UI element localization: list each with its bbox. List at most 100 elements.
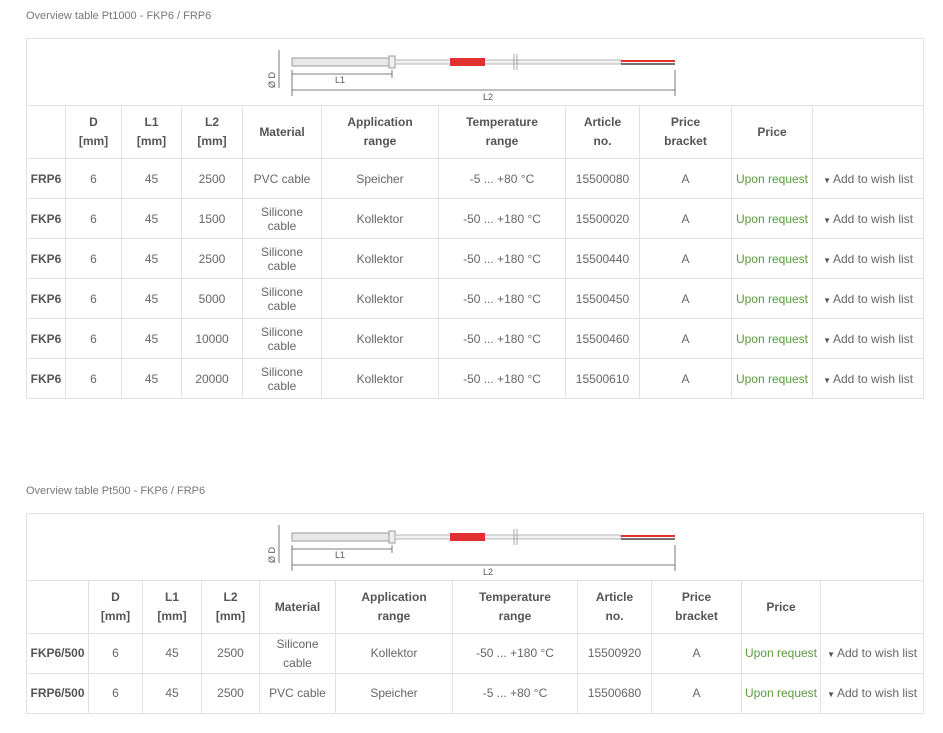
header-label-line: Application	[361, 590, 427, 604]
price-link[interactable]: Upon request	[731, 158, 813, 199]
add-to-wish-list-button[interactable]: ▼ Add to wish list	[811, 278, 925, 319]
header-temperature-range: Temperature range	[452, 580, 578, 634]
header-label-line: Price	[681, 590, 712, 604]
add-to-wish-list-button[interactable]: ▼ Add to wish list	[819, 633, 925, 674]
header-label-line: [mm]	[100, 609, 131, 623]
header-l2: L2 [mm]	[181, 105, 243, 159]
l1-dimension-label: L1	[335, 75, 345, 85]
cell-l2: 2500	[181, 238, 243, 279]
cell-d: 6	[65, 198, 122, 239]
add-to-wish-list-button[interactable]: ▼ Add to wish list	[811, 158, 925, 199]
header-label-line: bracket	[664, 134, 707, 148]
header-blank	[26, 580, 89, 634]
header-temperature-range: Temperature range	[438, 105, 566, 159]
header-label-line: range	[498, 609, 532, 623]
cell-temperature-range: -50 ... +180 °C	[438, 238, 566, 279]
wish-list-label: Add to wish list	[837, 685, 918, 700]
header-label-line: L2	[223, 590, 238, 604]
cell-application-range: Kollektor	[321, 318, 439, 359]
sensor-diagram: Ø D L1 L2	[267, 525, 676, 577]
l2-dimension-label: L2	[483, 567, 493, 577]
d-dimension-label: Ø D	[267, 546, 277, 563]
cell-article-no: 15500920	[577, 633, 652, 674]
header-label-line: Temperature	[466, 115, 538, 129]
header-label-line: Price	[766, 599, 796, 614]
header-label-line: [mm]	[157, 609, 187, 623]
header-label-line: L1	[164, 590, 179, 604]
pin-icon: ▼	[827, 649, 835, 659]
wish-list-label: Add to wish list	[833, 171, 914, 186]
price-link[interactable]: Upon request	[731, 238, 813, 279]
header-label-line: no.	[605, 609, 624, 623]
header-article-no: Article no.	[577, 580, 652, 634]
add-to-wish-list-button[interactable]: ▼ Add to wish list	[819, 673, 925, 714]
cell-l1: 45	[121, 198, 182, 239]
cell-l2: 2500	[181, 158, 243, 199]
l2-dimension-label: L2	[483, 92, 493, 102]
add-to-wish-list-button[interactable]: ▼ Add to wish list	[811, 198, 925, 239]
cell-material: Silicone cable	[242, 358, 322, 399]
sensor-diagram: Ø D L1 L2	[267, 50, 676, 102]
header-label-line: Material	[259, 124, 305, 139]
cell-l2: 5000	[181, 278, 243, 319]
header-label-line: no.	[593, 134, 612, 148]
header-label-line: Article	[595, 590, 634, 604]
row-name: FKP6/500	[26, 633, 89, 674]
cell-application-range: Kollektor	[321, 198, 439, 239]
price-link[interactable]: Upon request	[741, 673, 821, 714]
cell-temperature-range: -50 ... +180 °C	[438, 278, 566, 319]
cell-l1: 45	[142, 633, 202, 674]
table-row: FKP6 6 45 5000 Silicone cable Kollektor -50 ..…	[26, 278, 925, 319]
table-row: FKP6 6 45 20000 Silicone cable Kollektor -50 .…	[26, 358, 925, 399]
header-d: D [mm]	[88, 580, 143, 634]
cell-d: 6	[88, 633, 143, 674]
header-label-line: L2	[204, 115, 219, 129]
cell-material: PVC cable	[242, 158, 322, 199]
header-label-line: Material	[274, 599, 321, 614]
add-to-wish-list-button[interactable]: ▼ Add to wish list	[811, 238, 925, 279]
cell-application-range: Kollektor	[335, 633, 453, 674]
cell-material: Silicone cable	[259, 633, 336, 674]
price-link[interactable]: Upon request	[731, 358, 813, 399]
cell-article-no: 15500020	[565, 198, 640, 239]
header-d: D [mm]	[65, 105, 122, 159]
header-row: D [mm] L1 [mm] L2 [mm] Material Application rang…	[26, 105, 925, 159]
add-to-wish-list-button[interactable]: ▼ Add to wish list	[811, 318, 925, 359]
overview-table-pt1000: Ø D L1 L2 D [mm] L1 [mm] L2 [mm] Material Applica…	[25, 38, 925, 399]
header-actions	[811, 105, 925, 159]
price-link[interactable]: Upon request	[731, 318, 813, 359]
overview-table-pt500: Ø D L1 L2 D [mm] L1 [mm] L2 [mm] Material Applica…	[25, 513, 925, 714]
header-price-bracket: Price bracket	[639, 105, 732, 159]
cell-price-bracket: A	[651, 633, 742, 674]
sensor-tube	[291, 532, 390, 542]
cell-l2: 2500	[201, 673, 260, 714]
add-to-wish-list-button[interactable]: ▼ Add to wish list	[811, 358, 925, 399]
pin-icon: ▼	[823, 375, 831, 385]
cell-application-range: Speicher	[321, 158, 439, 199]
cell-d: 6	[65, 358, 122, 399]
header-l1: L1 [mm]	[121, 105, 182, 159]
row-name: FRP6	[26, 158, 66, 199]
header-application-range: Application range	[321, 105, 439, 159]
header-application-range: Application range	[335, 580, 453, 634]
cell-temperature-range: -50 ... +180 °C	[438, 318, 566, 359]
header-label-line: bracket	[675, 609, 718, 623]
header-price-bracket: Price bracket	[651, 580, 742, 634]
header-price: Price	[741, 580, 821, 634]
red-sleeve	[450, 533, 486, 541]
header-label-line: Article	[583, 115, 622, 129]
cell-d: 6	[65, 278, 122, 319]
cell-article-no: 15500080	[565, 158, 640, 199]
price-link[interactable]: Upon request	[731, 198, 813, 239]
cell-material: Silicone cable	[242, 318, 322, 359]
header-label-line: [mm]	[136, 134, 167, 148]
header-label-line: range	[363, 134, 397, 148]
price-link[interactable]: Upon request	[741, 633, 821, 674]
cell-material: Silicone cable	[242, 238, 322, 279]
price-link[interactable]: Upon request	[731, 278, 813, 319]
row-name: FRP6/500	[26, 673, 89, 714]
header-material: Material	[259, 580, 336, 634]
table-row: FKP6 6 45 1500 Silicone cable Kollektor -50 ..…	[26, 198, 925, 239]
header-label-line: Price	[757, 124, 787, 139]
wish-list-label: Add to wish list	[833, 331, 914, 346]
